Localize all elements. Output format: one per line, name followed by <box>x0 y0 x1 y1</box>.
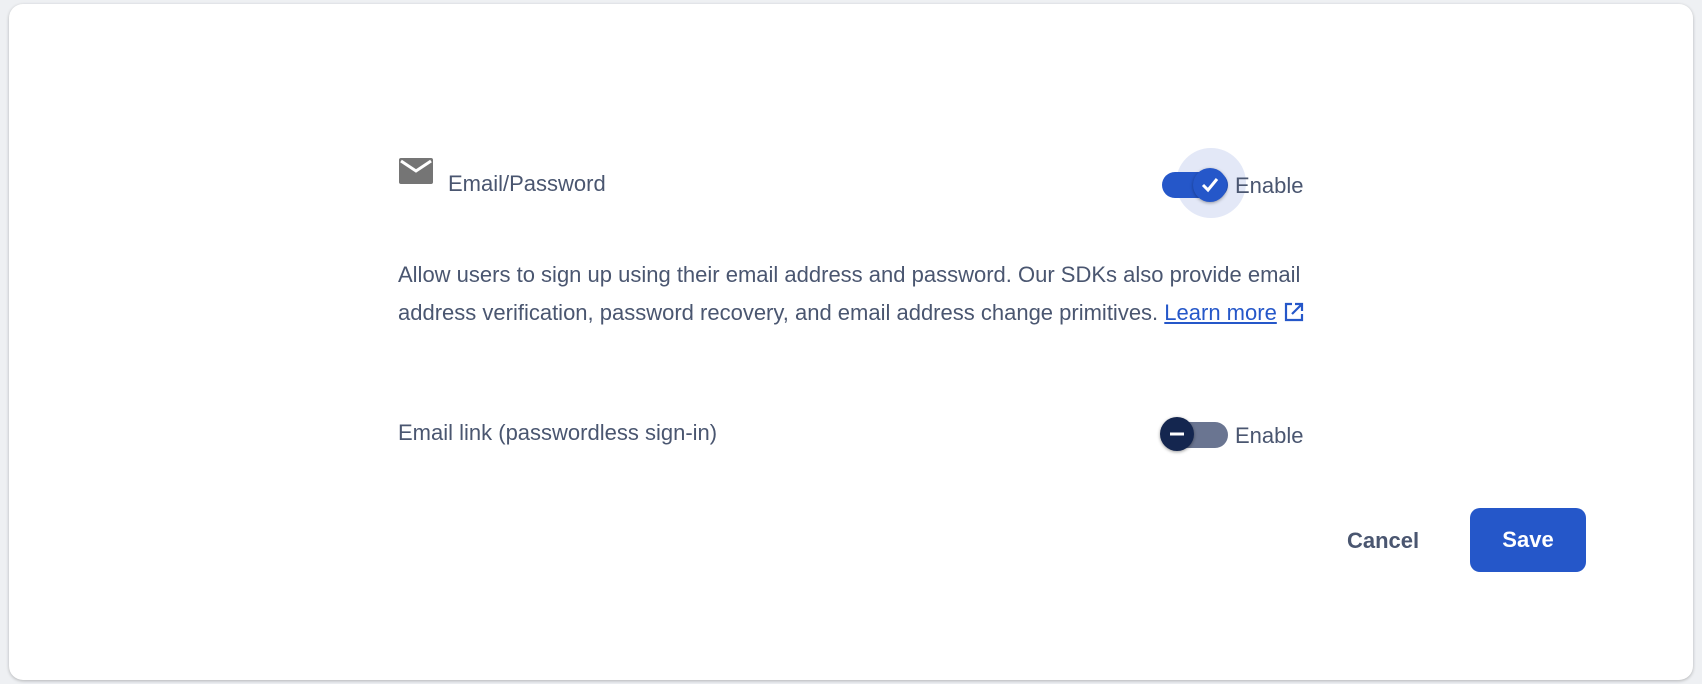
mail-icon <box>399 158 433 184</box>
email-link-title: Email link (passwordless sign-in) <box>398 420 718 445</box>
provider-description: Allow users to sign up using their email… <box>398 256 1318 332</box>
enable-label: Enable <box>1235 173 1304 198</box>
external-link-icon[interactable] <box>1283 301 1305 323</box>
minus-icon <box>1170 432 1184 436</box>
email-provider-card <box>9 4 1693 680</box>
enable-label: Enable <box>1235 423 1304 448</box>
toggle-knob[interactable] <box>1193 168 1227 202</box>
cancel-button[interactable]: Cancel <box>1335 522 1431 560</box>
learn-more-label: Learn more <box>1164 300 1277 325</box>
learn-more-link[interactable]: Learn more <box>1164 300 1277 325</box>
provider-title: Email/Password <box>448 171 606 196</box>
toggle-knob[interactable] <box>1160 417 1194 451</box>
check-icon <box>1201 178 1219 193</box>
save-button[interactable]: Save <box>1470 508 1586 572</box>
